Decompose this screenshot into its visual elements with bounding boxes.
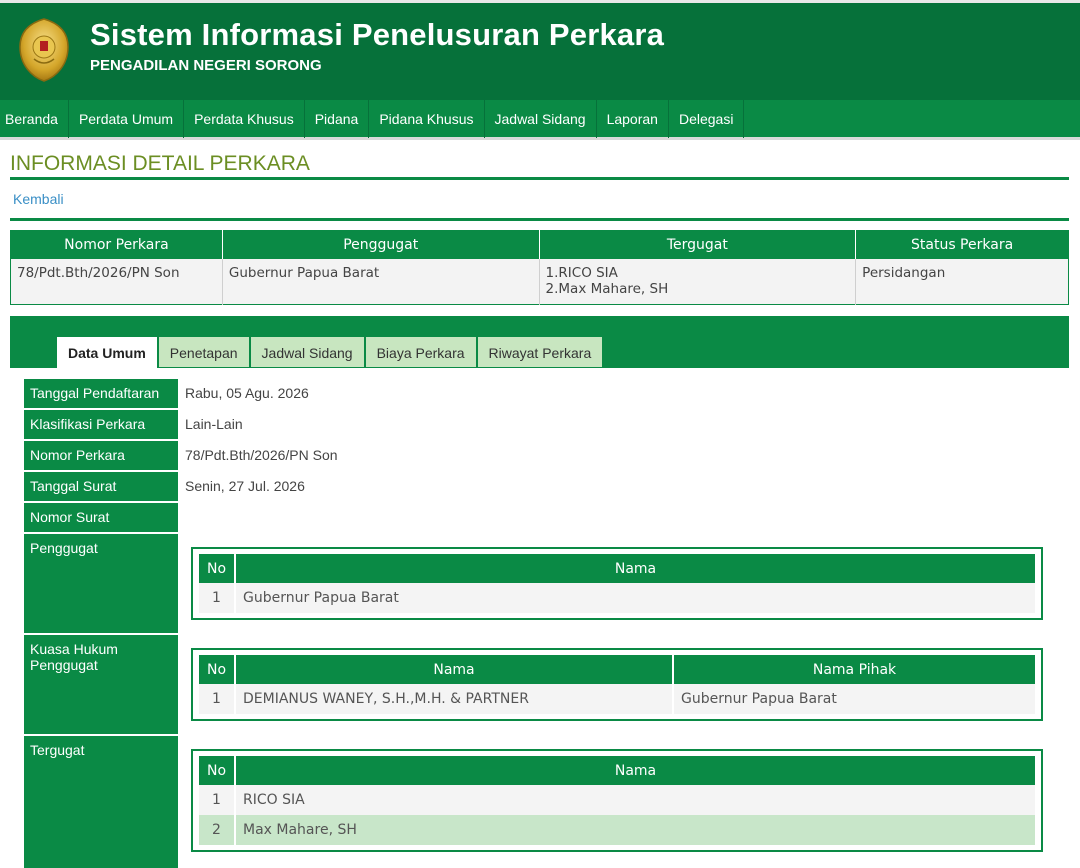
- table-row: 1 Gubernur Papua Barat: [199, 583, 1035, 613]
- detail-tabs: Data Umum Penetapan Jadwal Sidang Biaya …: [56, 336, 604, 372]
- label-kuasa-hukum-line2: Penggugat: [30, 657, 98, 673]
- site-subtitle: PENGADILAN NEGERI SORONG: [90, 57, 322, 74]
- summary-tergugat-2: 2.Max Mahare, SH: [545, 280, 669, 297]
- tergugat-no-2: 2: [199, 815, 236, 845]
- summary-tergugat-1: 1.RICO SIA: [545, 264, 618, 281]
- label-nomor-surat: Nomor Surat: [24, 503, 178, 534]
- penggugat-header-nama: Nama: [235, 554, 1035, 583]
- title-divider: [10, 177, 1069, 180]
- site-title: Sistem Informasi Penelusuran Perkara: [90, 17, 665, 52]
- tab-riwayat-perkara[interactable]: Riwayat Perkara: [476, 336, 604, 368]
- tergugat-nama-1: RICO SIA: [235, 785, 1035, 815]
- value-tanggal-pendaftaran: Rabu, 05 Agu. 2026: [185, 385, 309, 401]
- table-row: 1 RICO SIA: [199, 785, 1035, 815]
- kuasa-header-no: No: [199, 655, 236, 684]
- summary-nomor: 78/Pdt.Bth/2026/PN Son: [10, 258, 223, 305]
- value-tanggal-surat: Senin, 27 Jul. 2026: [185, 478, 305, 494]
- nav-item-delegasi[interactable]: Delegasi: [669, 100, 745, 138]
- kuasa-hukum-table: No Nama Nama Pihak 1 DEMIANUS WANEY, S.H…: [199, 655, 1035, 714]
- kuasa-header-pihak: Nama Pihak: [673, 655, 1035, 684]
- main-nav: Beranda Perdata Umum Perdata Khusus Pida…: [0, 100, 1080, 140]
- tergugat-box: No Nama 1 RICO SIA 2 Max Mahare, SH: [191, 749, 1043, 852]
- court-emblem-icon: [19, 18, 69, 82]
- section-divider: [10, 218, 1069, 221]
- page-title: INFORMASI DETAIL PERKARA: [10, 152, 310, 175]
- summary-status: Persidangan: [855, 258, 1069, 305]
- penggugat-table: No Nama 1 Gubernur Papua Barat: [199, 554, 1035, 613]
- tergugat-table: No Nama 1 RICO SIA 2 Max Mahare, SH: [199, 756, 1035, 845]
- penggugat-header-no: No: [199, 554, 236, 583]
- nav-item-pidana[interactable]: Pidana: [305, 100, 370, 138]
- label-kuasa-hukum-line1: Kuasa Hukum: [30, 641, 118, 657]
- nav-item-pidana-khusus[interactable]: Pidana Khusus: [369, 100, 485, 138]
- kuasa-hukum-header-row: No Nama Nama Pihak: [199, 655, 1035, 684]
- table-row: 2 Max Mahare, SH: [199, 815, 1035, 845]
- kuasa-nama: DEMIANUS WANEY, S.H.,M.H. & PARTNER: [235, 684, 674, 714]
- nav-item-perdata-umum[interactable]: Perdata Umum: [69, 100, 185, 138]
- label-kuasa-hukum: Kuasa Hukum Penggugat: [24, 635, 178, 736]
- label-tanggal-pendaftaran: Tanggal Pendaftaran: [24, 379, 178, 410]
- tergugat-no-1: 1: [199, 785, 236, 815]
- back-link[interactable]: Kembali: [13, 191, 64, 207]
- tab-penetapan[interactable]: Penetapan: [157, 336, 250, 368]
- label-tanggal-surat: Tanggal Surat: [24, 472, 178, 503]
- tergugat-header-row: No Nama: [199, 756, 1035, 785]
- nav-item-jadwal-sidang[interactable]: Jadwal Sidang: [485, 100, 597, 138]
- penggugat-header-row: No Nama: [199, 554, 1035, 583]
- tab-jadwal-sidang[interactable]: Jadwal Sidang: [249, 336, 365, 368]
- label-klasifikasi: Klasifikasi Perkara: [24, 410, 178, 441]
- tergugat-header-no: No: [199, 756, 236, 785]
- detail-panel: Data Umum Penetapan Jadwal Sidang Biaya …: [10, 316, 1069, 868]
- label-nomor-perkara: Nomor Perkara: [24, 441, 178, 472]
- summary-tergugat: 1.RICO SIA 2.Max Mahare, SH: [539, 258, 857, 305]
- tab-data-umum[interactable]: Data Umum: [56, 336, 158, 372]
- penggugat-no: 1: [199, 583, 236, 613]
- penggugat-nama: Gubernur Papua Barat: [235, 583, 1035, 613]
- kuasa-header-nama: Nama: [235, 655, 674, 684]
- value-nomor-perkara: 78/Pdt.Bth/2026/PN Son: [185, 447, 338, 463]
- kuasa-hukum-box: No Nama Nama Pihak 1 DEMIANUS WANEY, S.H…: [191, 648, 1043, 721]
- label-penggugat: Penggugat: [24, 534, 178, 635]
- summary-header-row: Nomor Perkara Penggugat Tergugat Status …: [10, 230, 1069, 259]
- tergugat-nama-2: Max Mahare, SH: [235, 815, 1035, 845]
- nav-item-laporan[interactable]: Laporan: [597, 100, 669, 138]
- value-klasifikasi: Lain-Lain: [185, 416, 243, 432]
- site-header: Sistem Informasi Penelusuran Perkara PEN…: [0, 0, 1080, 100]
- tergugat-header-nama: Nama: [235, 756, 1035, 785]
- kuasa-pihak: Gubernur Papua Barat: [673, 684, 1035, 714]
- summary-header-tergugat: Tergugat: [539, 230, 857, 259]
- penggugat-box: No Nama 1 Gubernur Papua Barat: [191, 547, 1043, 620]
- case-summary-table: Nomor Perkara Penggugat Tergugat Status …: [10, 230, 1069, 305]
- summary-row: 78/Pdt.Bth/2026/PN Son Gubernur Papua Ba…: [10, 258, 1069, 305]
- tab-content-data-umum: Tanggal Pendaftaran Rabu, 05 Agu. 2026 K…: [10, 368, 1069, 868]
- summary-penggugat: Gubernur Papua Barat: [222, 258, 540, 305]
- nav-item-beranda[interactable]: Beranda: [0, 100, 69, 138]
- table-row: 1 DEMIANUS WANEY, S.H.,M.H. & PARTNER Gu…: [199, 684, 1035, 714]
- summary-header-nomor: Nomor Perkara: [10, 230, 223, 259]
- kuasa-no: 1: [199, 684, 236, 714]
- label-tergugat: Tergugat: [24, 736, 178, 868]
- summary-header-status: Status Perkara: [855, 230, 1069, 259]
- summary-header-penggugat: Penggugat: [222, 230, 540, 259]
- tab-biaya-perkara[interactable]: Biaya Perkara: [364, 336, 477, 368]
- nav-item-perdata-khusus[interactable]: Perdata Khusus: [184, 100, 305, 138]
